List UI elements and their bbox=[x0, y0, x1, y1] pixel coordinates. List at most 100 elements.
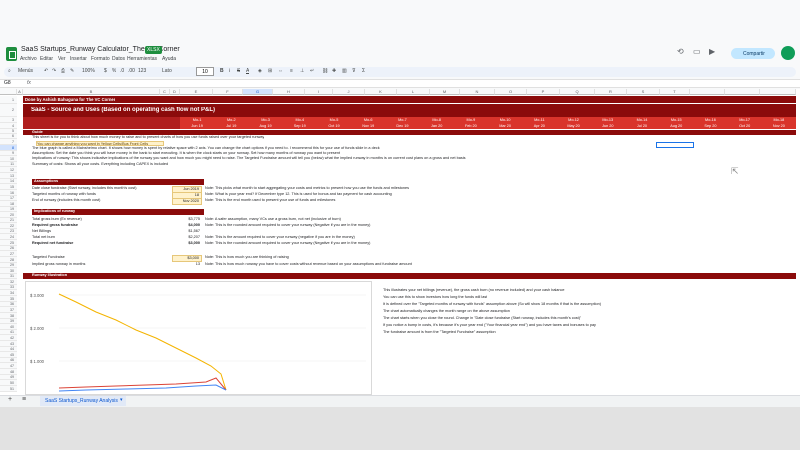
formula-input[interactable] bbox=[35, 79, 800, 88]
paint-format-icon[interactable]: ✎ bbox=[70, 68, 74, 74]
column-header[interactable]: O bbox=[495, 89, 527, 95]
font-size-input[interactable]: 10 bbox=[196, 67, 214, 76]
currency-button[interactable]: $ bbox=[104, 68, 107, 74]
column-header[interactable]: H bbox=[273, 89, 305, 95]
redo-icon[interactable]: ↷ bbox=[52, 68, 56, 74]
month-label: Mo-9 bbox=[466, 118, 476, 122]
month-date: Oct 20 bbox=[739, 124, 751, 128]
month-date: Feb 20 bbox=[464, 124, 477, 128]
menu-archivo[interactable]: Archivo bbox=[20, 56, 37, 62]
column-header[interactable]: F bbox=[213, 89, 243, 95]
share-button[interactable]: Compartir bbox=[731, 48, 775, 59]
filter-icon[interactable]: ⊽ bbox=[352, 68, 356, 74]
sheets-logo-icon[interactable] bbox=[6, 47, 17, 61]
comment-icon[interactable]: ▭ bbox=[693, 47, 701, 56]
side-note-7: The fundraise amount is from the "Target… bbox=[383, 330, 496, 334]
cash-balance-line bbox=[58, 293, 227, 391]
runway-title: Runway Illustration bbox=[32, 273, 68, 277]
column-header[interactable]: T bbox=[660, 89, 690, 95]
sheet-tab-active[interactable]: SaaS Startups_Runway Analysis bbox=[40, 396, 126, 406]
column-header[interactable] bbox=[690, 89, 725, 95]
implication-note: Note: A safer assumption, many VCs use a… bbox=[205, 217, 341, 221]
decrease-decimal-button[interactable]: .0 bbox=[120, 68, 124, 74]
valign-icon[interactable]: ⊥ bbox=[300, 68, 304, 74]
implication-label: Required net fundraise bbox=[32, 241, 74, 245]
menu-herramientas[interactable]: Herramientas bbox=[127, 56, 157, 62]
chart-icon[interactable]: ▥ bbox=[342, 68, 347, 74]
column-header[interactable]: M bbox=[430, 89, 460, 95]
guide-line-1: This sheet is for you to think about how… bbox=[32, 135, 265, 139]
column-header[interactable] bbox=[725, 89, 760, 95]
column-header[interactable]: Q bbox=[560, 89, 595, 95]
align-icon[interactable]: ≡ bbox=[290, 68, 293, 74]
column-header[interactable]: B bbox=[23, 89, 160, 95]
search-icon[interactable]: ⌕ bbox=[8, 68, 11, 74]
zoom-select[interactable]: 100% bbox=[82, 68, 95, 74]
history-icon[interactable]: ⟲ bbox=[677, 47, 684, 56]
meet-icon[interactable]: ▶ bbox=[709, 47, 715, 56]
column-header[interactable]: P bbox=[527, 89, 560, 95]
month-label: Mo-13 bbox=[602, 118, 614, 122]
row-header[interactable]: 51 bbox=[0, 386, 17, 392]
column-header[interactable]: K bbox=[365, 89, 397, 95]
implication-value: 13 bbox=[195, 262, 200, 266]
tab-menu-icon[interactable]: ▾ bbox=[120, 397, 123, 403]
column-header[interactable]: D bbox=[170, 89, 180, 95]
column-header[interactable]: I bbox=[305, 89, 333, 95]
menu-editar[interactable]: Editar bbox=[40, 56, 53, 62]
month-date: Aug 19 bbox=[259, 124, 272, 128]
menu-formato[interactable]: Formato bbox=[91, 56, 110, 62]
assumption-value[interactable]: Nov 2020 bbox=[172, 198, 202, 205]
fill-color-icon[interactable]: ◈ bbox=[258, 68, 262, 74]
month-date: Sep 19 bbox=[293, 124, 306, 128]
name-box[interactable]: G8 bbox=[4, 80, 11, 86]
column-header[interactable]: S bbox=[627, 89, 660, 95]
all-sheets-icon[interactable]: ≡ bbox=[22, 396, 26, 403]
menu-datos[interactable]: Datos bbox=[112, 56, 125, 62]
number-format-button[interactable]: 123 bbox=[138, 68, 146, 74]
implication-value: $4,000 bbox=[188, 223, 200, 227]
column-header[interactable]: E bbox=[180, 89, 213, 95]
implication-value[interactable]: $3,000 bbox=[172, 255, 202, 262]
avatar[interactable] bbox=[781, 46, 795, 60]
print-icon[interactable]: ⎙ bbox=[61, 68, 65, 74]
text-color-button[interactable]: A bbox=[246, 68, 249, 74]
menu-insertar[interactable]: Insertar bbox=[70, 56, 87, 62]
implication-note: Note: This is how much you are thinking … bbox=[205, 255, 289, 259]
column-header[interactable]: J bbox=[333, 89, 365, 95]
assumption-label: Date close fundraise (Start runway, incl… bbox=[32, 186, 137, 190]
wrap-icon[interactable]: ↵ bbox=[310, 68, 314, 74]
file-type-badge: XLSX bbox=[145, 46, 162, 54]
selected-cell[interactable] bbox=[656, 142, 694, 148]
menu-ver[interactable]: Ver bbox=[58, 56, 66, 62]
percent-button[interactable]: % bbox=[112, 68, 116, 74]
search-menus-input[interactable]: Menús bbox=[18, 68, 33, 74]
row-header[interactable]: 2 bbox=[0, 104, 17, 117]
month-label: Mo-7 bbox=[398, 118, 407, 122]
column-header[interactable]: L bbox=[397, 89, 430, 95]
italic-button[interactable]: I bbox=[229, 68, 230, 74]
runway-chart[interactable]: $ 3.000 $ 2.000 $ 1.000 bbox=[25, 281, 372, 395]
add-sheet-icon[interactable]: + bbox=[8, 396, 12, 403]
merge-icon[interactable]: ⇔ bbox=[278, 68, 283, 74]
column-header[interactable]: C bbox=[160, 89, 170, 95]
menu-ayuda[interactable]: Ayuda bbox=[162, 56, 176, 62]
comment-add-icon[interactable]: ✚ bbox=[332, 68, 336, 74]
corner-select-all[interactable] bbox=[0, 89, 17, 95]
assumption-note: Note: This picks what month to start agg… bbox=[205, 186, 410, 190]
undo-icon[interactable]: ↶ bbox=[44, 68, 48, 74]
bold-button[interactable]: B bbox=[220, 68, 224, 74]
column-header[interactable] bbox=[760, 89, 796, 95]
ytick-1000: $ 1.000 bbox=[30, 359, 45, 364]
functions-icon[interactable]: Σ bbox=[362, 68, 365, 74]
row-header[interactable]: 1 bbox=[0, 96, 17, 104]
font-select[interactable]: Lato bbox=[162, 68, 172, 74]
column-header[interactable]: N bbox=[460, 89, 495, 95]
strikethrough-button[interactable]: S bbox=[237, 68, 240, 74]
link-icon[interactable]: ⛓ bbox=[322, 68, 328, 74]
borders-icon[interactable]: ⊞ bbox=[268, 68, 272, 74]
increase-decimal-button[interactable]: .00 bbox=[128, 68, 135, 74]
spreadsheet-window: SaaS Startups_Runway Calculator_The VC C… bbox=[0, 0, 800, 450]
column-header[interactable]: G bbox=[243, 89, 273, 95]
column-header[interactable]: R bbox=[595, 89, 627, 95]
